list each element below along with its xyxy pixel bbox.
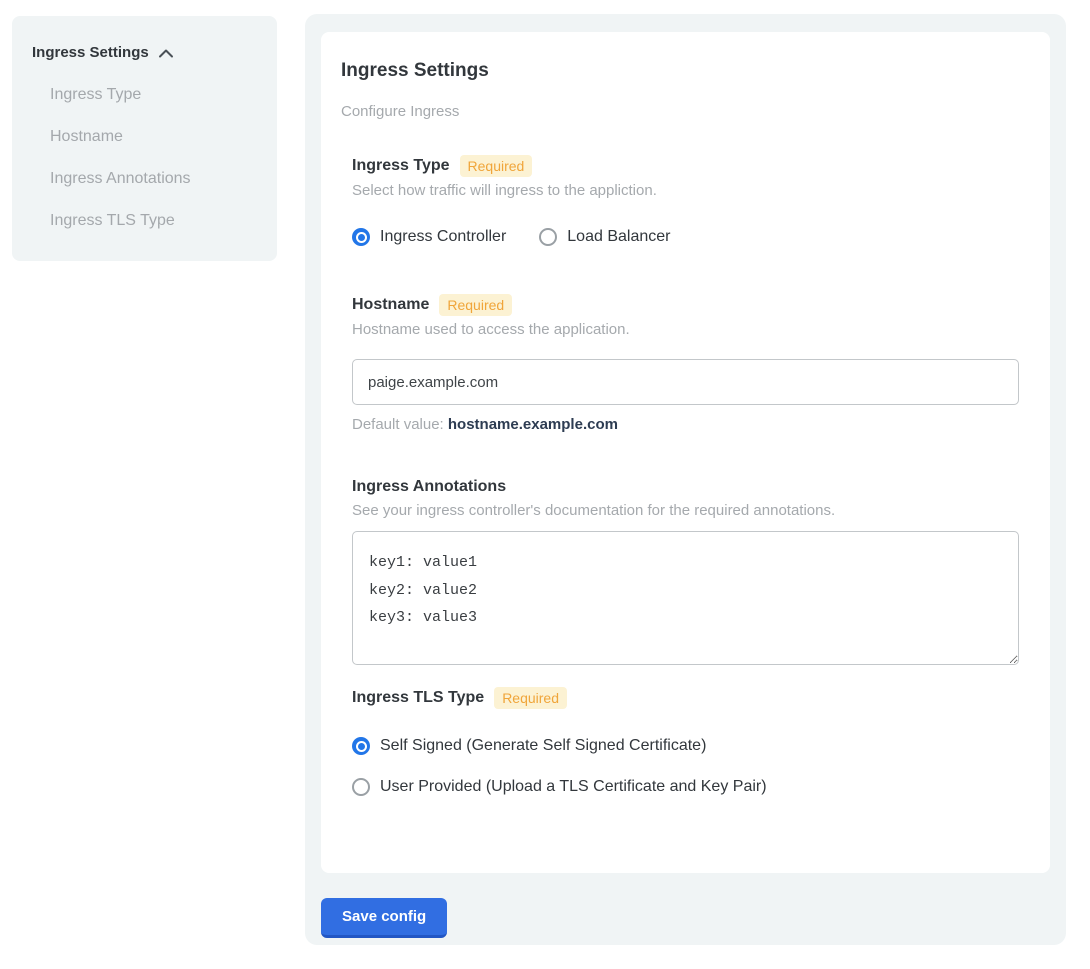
section-label-ingress-annotations: Ingress Annotations [352,477,506,497]
section-ingress-tls-type: Ingress TLS Type Required Self Signed (G… [352,687,1019,797]
section-desc-ingress-annotations: See your ingress controller's documentat… [352,502,1019,520]
sidebar-group-title: Ingress Settings [32,43,149,63]
ingress-annotations-textarea[interactable]: key1: value1 key2: value2 key3: value3 [352,531,1019,665]
save-config-button[interactable]: Save config [321,898,447,938]
section-desc-hostname: Hostname used to access the application. [352,321,1019,339]
sidebar-item-ingress-annotations[interactable]: Ingress Annotations [32,169,257,189]
settings-sidebar: Ingress Settings Ingress Type Hostname I… [12,16,277,261]
section-ingress-type: Ingress Type Required Select how traffic… [352,155,1019,247]
section-label-hostname: Hostname [352,295,429,315]
radio-selected-icon[interactable] [352,228,370,246]
ingress-settings-card: Ingress Settings Configure Ingress Ingre… [321,32,1050,873]
radio-option-self-signed[interactable]: Self Signed (Generate Self Signed Certif… [352,736,1019,756]
radio-unselected-icon[interactable] [352,778,370,796]
radio-option-ingress-controller[interactable]: Ingress Controller [352,227,506,247]
sidebar-item-hostname[interactable]: Hostname [32,127,257,147]
radio-option-load-balancer[interactable]: Load Balancer [539,227,670,247]
section-desc-ingress-type: Select how traffic will ingress to the a… [352,182,1019,200]
default-value-text: hostname.example.com [448,416,618,433]
sidebar-group-ingress-settings[interactable]: Ingress Settings [32,43,257,63]
radio-selected-icon[interactable] [352,737,370,755]
page: Ingress Settings Ingress Type Hostname I… [0,0,1090,969]
config-panel: Ingress Settings Configure Ingress Ingre… [305,14,1066,945]
section-label-ingress-tls-type: Ingress TLS Type [352,688,484,708]
required-badge: Required [494,687,567,709]
radio-label-self-signed[interactable]: Self Signed (Generate Self Signed Certif… [380,736,706,756]
required-badge: Required [460,155,533,177]
sidebar-item-ingress-type[interactable]: Ingress Type [32,85,257,105]
hostname-input[interactable] [352,359,1019,405]
radio-label-user-provided[interactable]: User Provided (Upload a TLS Certificate … [380,777,767,797]
required-badge: Required [439,294,512,316]
card-title: Ingress Settings [341,60,1030,82]
section-label-ingress-type: Ingress Type [352,156,450,176]
default-value-prefix: Default value: [352,416,448,433]
radio-label-ingress-controller[interactable]: Ingress Controller [380,227,506,247]
radio-option-user-provided[interactable]: User Provided (Upload a TLS Certificate … [352,777,1019,797]
section-hostname: Hostname Required Hostname used to acces… [352,294,1019,434]
section-ingress-annotations: Ingress Annotations See your ingress con… [352,477,1019,665]
hostname-default-value: Default value: hostname.example.com [352,416,1019,434]
sidebar-item-ingress-tls-type[interactable]: Ingress TLS Type [32,211,257,231]
radio-label-load-balancer[interactable]: Load Balancer [567,227,670,247]
card-subtitle: Configure Ingress [341,103,1030,121]
radio-unselected-icon[interactable] [539,228,557,246]
ingress-type-radio-group: Ingress Controller Load Balancer [352,227,1019,247]
chevron-up-icon [158,48,174,59]
